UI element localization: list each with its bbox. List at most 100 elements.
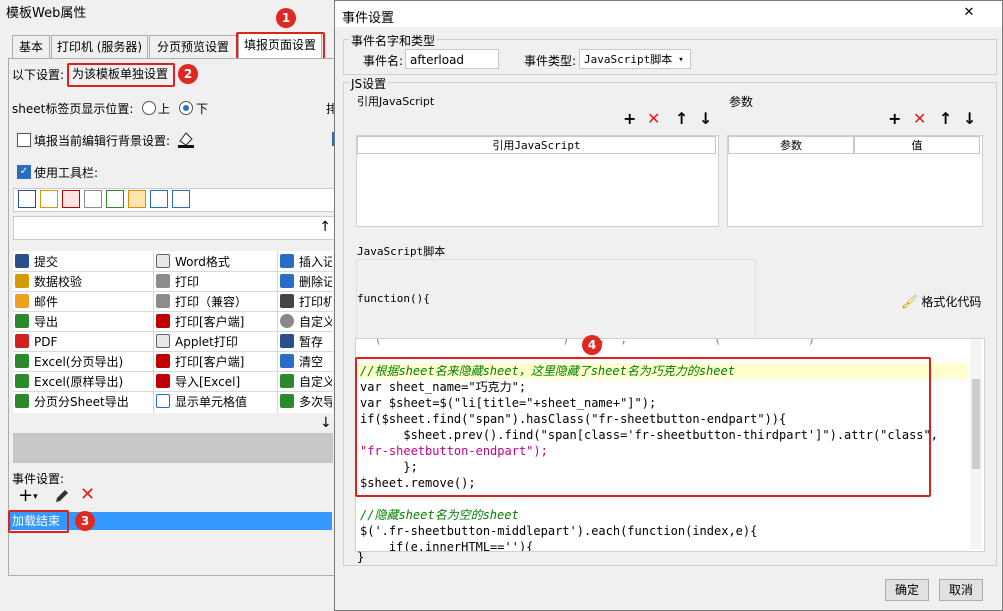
toolbar-item-submit[interactable]: 提交 <box>15 252 151 272</box>
cancel-button[interactable]: 取消 <box>939 579 983 601</box>
add-ref-js-icon[interactable]: + <box>623 109 636 128</box>
delete-param-icon[interactable]: ✕ <box>913 109 926 128</box>
settings-label: 以下设置: <box>12 68 65 82</box>
toolbar-selected-list[interactable]: ↑ <box>13 216 335 240</box>
toolbar-item-multi-import[interactable]: 多次导 <box>280 392 332 412</box>
edit-icon[interactable] <box>54 488 70 504</box>
toolbar-item-mail[interactable]: 邮件 <box>15 292 151 312</box>
annotation-box-4 <box>355 357 931 497</box>
toolbar-item-show-cell-value[interactable]: 显示单元格值 <box>156 392 276 412</box>
mail-icon[interactable] <box>128 190 146 208</box>
annotation-badge-2: 2 <box>178 64 198 84</box>
radio-top-label: 上 <box>158 102 171 116</box>
export-icon[interactable] <box>106 190 124 208</box>
annotation-box-2 <box>67 63 175 87</box>
event-type-select[interactable]: JavaScript脚本 ▾ <box>579 49 691 69</box>
toolbar-item-print[interactable]: 打印 <box>156 272 276 292</box>
toolbar-item-pdf[interactable]: PDF <box>15 332 151 352</box>
toolbar-item-print-client[interactable]: 打印[客户端] <box>156 312 276 332</box>
toolbar-gray-area <box>13 433 333 463</box>
annotation-box-3 <box>8 510 69 533</box>
toolbar-item-print-compat[interactable]: 打印（兼容） <box>156 292 276 312</box>
ref-js-label: 引用JavaScript <box>357 95 435 108</box>
code-line-10: //隐藏sheet名为空的sheet <box>360 508 519 522</box>
code-line-11: $('.fr-sheetbutton-middlepart').each(fun… <box>360 524 758 538</box>
format-code-label: 格式化代码 <box>921 295 982 309</box>
move-up-param-icon[interactable]: ↑ <box>939 109 952 128</box>
toolbar-item-word[interactable]: Word格式 <box>156 252 276 272</box>
function-closing-brace: } <box>357 550 365 564</box>
toolbar-item-printer[interactable]: 打印机 <box>280 292 332 312</box>
radio-top[interactable] <box>142 101 156 115</box>
radio-bottom-label: 下 <box>196 102 209 116</box>
code-scrollbar[interactable] <box>970 339 982 549</box>
move-down-icon[interactable]: ↓ <box>320 415 332 431</box>
format-code-button[interactable]: 🖌 格式化代码 <box>901 293 981 310</box>
toolbar-items-grid: 提交 Word格式 插入记 数据校验 打印 删除记 邮件 打印（兼容） 打印机 … <box>13 251 333 413</box>
event-name-label: 事件名: <box>363 54 404 68</box>
delete-icon[interactable]: ✕ <box>80 486 95 504</box>
toolbar-item-delete-row[interactable]: 删除记 <box>280 272 332 292</box>
toolbar-item-custom-2[interactable]: 自定义 <box>280 372 332 392</box>
grid-col-divider-2 <box>277 251 278 413</box>
insert-icon[interactable] <box>150 190 168 208</box>
toolbar-preview <box>13 188 335 212</box>
move-up-ref-js-icon[interactable]: ↑ <box>675 109 688 128</box>
verify-icon[interactable] <box>40 190 58 208</box>
tab-basic[interactable]: 基本 <box>12 35 50 58</box>
tab-page-preview[interactable]: 分页预览设置 <box>149 35 237 58</box>
toolbar-item-applet-print[interactable]: Applet打印 <box>156 332 276 352</box>
fill-bg-checkbox[interactable] <box>17 133 31 147</box>
fill-bg-label: 填报当前编辑行背景设置: <box>34 134 171 148</box>
toolbar-item-import-excel[interactable]: 导入[Excel] <box>156 372 276 392</box>
toolbar-item-stash[interactable]: 暂存 <box>280 332 332 352</box>
dialog-title: 事件设置 <box>342 11 395 26</box>
value-column-header: 值 <box>854 136 980 154</box>
window-icon[interactable] <box>172 190 190 208</box>
toolbar-item-excel-original[interactable]: Excel(原样导出) <box>15 372 151 392</box>
params-column-header: 参数 <box>728 136 854 154</box>
save-icon[interactable] <box>18 190 36 208</box>
toolbar-item-custom-1[interactable]: 自定义 <box>280 312 332 332</box>
toolbar-item-insert-row[interactable]: 插入记 <box>280 252 332 272</box>
sheet-position-label: sheet标签页显示位置: <box>12 102 134 116</box>
ref-js-column-header: 引用JavaScript <box>357 136 716 154</box>
move-down-param-icon[interactable]: ↓ <box>963 109 976 128</box>
use-toolbar-label: 使用工具栏: <box>34 166 99 180</box>
js-settings-label: JS设置 <box>349 75 389 92</box>
toolbar-item-excel-paged[interactable]: Excel(分页导出) <box>15 352 151 372</box>
toolbar-item-validate[interactable]: 数据校验 <box>15 272 151 292</box>
move-up-icon[interactable]: ↑ <box>319 219 331 235</box>
code-line-12: if(e.innerHTML==''){ <box>360 540 534 552</box>
ref-js-table[interactable]: 引用JavaScript <box>356 135 719 227</box>
add-event-icon[interactable]: +▾ <box>18 487 38 506</box>
toolbar-item-clear[interactable]: 清空 <box>280 352 332 372</box>
code-partial-line: ( ) ; ; ( ) <box>360 338 931 346</box>
params-table[interactable]: 参数 值 <box>727 135 983 227</box>
toolbar-item-sheet-export[interactable]: 分页分Sheet导出 <box>15 392 151 412</box>
paint-bucket-icon[interactable] <box>176 129 196 149</box>
template-web-properties-window: 模板Web属性 基本 打印机 (服务器) 分页预览设置 填报页面设置 1 以下设… <box>0 0 343 611</box>
tab-printer-server[interactable]: 打印机 (服务器) <box>51 35 148 58</box>
annotation-badge-3: 3 <box>75 511 95 531</box>
close-icon[interactable]: ✕ <box>947 4 991 22</box>
toolbar-item-print-client-2[interactable]: 打印[客户端] <box>156 352 276 372</box>
chevron-down-icon[interactable]: ▾ <box>674 50 688 70</box>
print-icon[interactable] <box>84 190 102 208</box>
add-param-icon[interactable]: + <box>888 109 901 128</box>
event-name-input[interactable]: afterload <box>405 49 499 69</box>
brush-icon: 🖌 <box>901 295 918 310</box>
use-toolbar-checkbox[interactable]: ✓ <box>17 165 31 179</box>
ok-button[interactable]: 确定 <box>885 579 929 601</box>
annotation-badge-4: 4 <box>582 335 602 355</box>
event-type-value: JavaScript脚本 <box>584 53 673 66</box>
delete-ref-js-icon[interactable]: ✕ <box>647 109 660 128</box>
annotation-badge-1: 1 <box>276 8 296 28</box>
event-type-label: 事件类型: <box>524 54 577 68</box>
function-header: function(){ <box>357 292 430 305</box>
radio-bottom[interactable] <box>179 101 193 115</box>
move-down-ref-js-icon[interactable]: ↓ <box>699 109 712 128</box>
annotation-box-1 <box>236 32 325 61</box>
pdf-icon[interactable] <box>62 190 80 208</box>
toolbar-item-export[interactable]: 导出 <box>15 312 151 332</box>
